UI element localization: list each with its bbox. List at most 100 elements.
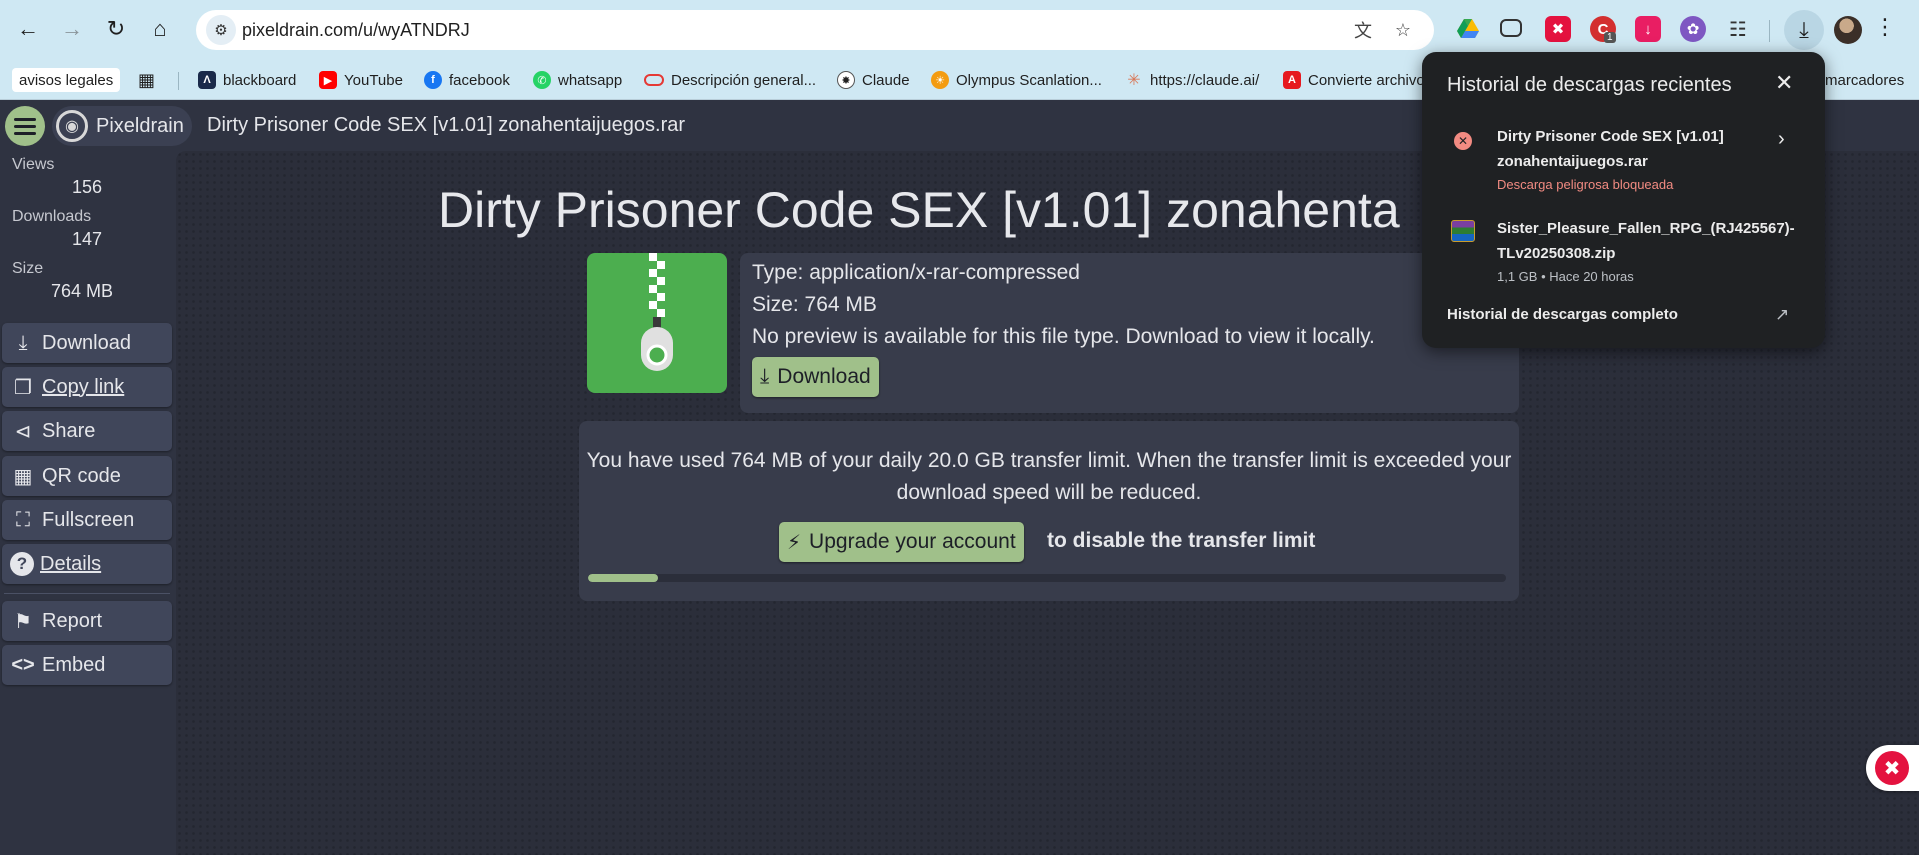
qr-code-button[interactable]: ▦ QR code — [2, 456, 172, 496]
brand-button[interactable]: ◉ Pixeldrain — [52, 106, 192, 146]
browser-toolbar: ← → ↻ ⌂ ⚙ pixeldrain.com/u/wyATNDRJ 文 ☆ … — [0, 0, 1919, 60]
help-icon: ? — [10, 552, 34, 576]
fullscreen-icon: ⛶ — [16, 508, 30, 531]
download-name-line2: zonahentaijuegos.rar — [1497, 153, 1648, 170]
share-button[interactable]: ⊲ Share — [2, 411, 172, 451]
bookmark-olympus[interactable]: ☀ Olympus Scanlation... — [931, 68, 1102, 92]
views-value: 156 — [72, 177, 103, 197]
whatsapp-icon: ✆ — [533, 71, 551, 89]
open-external-icon[interactable]: ↗ — [1775, 305, 1789, 325]
bookmark-label: blackboard — [223, 71, 297, 89]
address-url[interactable]: pixeldrain.com/u/wyATNDRJ — [242, 20, 470, 41]
olympus-icon: ☀ — [931, 71, 949, 89]
address-bar[interactable]: ⚙ pixeldrain.com/u/wyATNDRJ 文 ☆ — [196, 10, 1434, 50]
bookmark-star-icon[interactable]: ☆ — [1390, 18, 1416, 42]
bookmark-label: Claude — [862, 71, 910, 89]
chevron-right-icon[interactable]: › — [1778, 128, 1785, 151]
button-label: Download — [777, 365, 871, 388]
toolbar-divider — [1769, 20, 1770, 42]
download-name-line2: TLv20250308.zip — [1497, 245, 1616, 262]
bookmark-label: https://claude.ai/ — [1150, 71, 1260, 89]
x-extension-icon[interactable]: ✖ — [1545, 16, 1571, 42]
winrar-icon — [1451, 220, 1475, 242]
extension-badge: 1 — [1604, 32, 1616, 43]
apps-grid-icon[interactable]: ▦ — [138, 68, 155, 92]
file-card: Type: application/x-rar-compressed Size:… — [587, 253, 1519, 413]
fullscreen-button[interactable]: ⛶ Fullscreen — [2, 500, 172, 540]
button-label: Share — [42, 419, 96, 442]
bookmark-avisos-legales[interactable]: avisos legales — [12, 68, 121, 92]
bookmark-convierte-archivo[interactable]: A Convierte archivo — [1283, 68, 1425, 92]
downloads-value: 147 — [72, 229, 103, 249]
sidebar-download-button[interactable]: ⤓ Download — [2, 323, 172, 363]
bookmark-label: facebook — [449, 71, 510, 89]
bookmark-label: Convierte archivo — [1308, 71, 1425, 89]
brain-extension-icon[interactable]: ✿ — [1680, 16, 1706, 42]
bookmark-claude[interactable]: ✸ Claude — [837, 68, 910, 92]
forward-button[interactable]: → — [55, 12, 89, 46]
bookmark-label: Descripción general... — [671, 71, 817, 89]
bookmark-label: avisos legales — [19, 71, 114, 89]
file-size-line: Size: 764 MB — [752, 293, 877, 316]
transfer-usage-bar — [588, 574, 1506, 582]
cast-extension-icon[interactable] — [1500, 19, 1522, 37]
x-extension-icon: ✖ — [1875, 751, 1909, 785]
youtube-icon: ▶ — [319, 71, 337, 89]
close-icon[interactable]: ✕ — [1775, 70, 1793, 96]
bookmark-youtube[interactable]: ▶ YouTube — [319, 68, 403, 92]
reload-button[interactable]: ↻ — [99, 12, 133, 46]
bookmark-divider — [178, 72, 179, 90]
preview-note: No preview is available for this file ty… — [752, 325, 1375, 348]
brand-name: Pixeldrain — [96, 114, 184, 137]
download-status: Descarga peligrosa bloqueada — [1497, 177, 1674, 192]
download-meta: 1,1 GB • Hace 20 horas — [1497, 269, 1634, 284]
copy-icon: ❐ — [14, 376, 32, 399]
bookmark-label: marcadores — [1825, 71, 1905, 89]
downloads-button[interactable]: ⤓ — [1784, 10, 1824, 50]
facebook-icon: f — [424, 71, 442, 89]
home-button[interactable]: ⌂ — [143, 12, 177, 46]
bookmark-facebook[interactable]: f facebook — [424, 68, 510, 92]
adobe-icon: A — [1283, 71, 1301, 89]
oval-icon — [644, 74, 664, 86]
download-icon: ⤓ — [760, 365, 770, 388]
openai-icon: ✸ — [837, 71, 855, 89]
upgrade-account-button[interactable]: ⚡ Upgrade your account — [779, 522, 1024, 562]
report-button[interactable]: ⚑ Report — [2, 601, 172, 641]
full-download-history-link[interactable]: Historial de descargas completo — [1447, 306, 1678, 323]
browser-menu-icon[interactable]: ⋮ — [1874, 14, 1896, 40]
details-button[interactable]: ? Details — [2, 544, 172, 584]
lightning-icon: ⚡ — [787, 531, 802, 554]
bookmark-label: YouTube — [344, 71, 403, 89]
translate-icon[interactable]: 文 — [1350, 18, 1376, 42]
bookmark-descripcion-general[interactable]: Descripción general... — [644, 68, 816, 92]
sidebar-divider — [4, 593, 170, 594]
archive-file-icon — [587, 253, 727, 393]
profile-avatar[interactable] — [1834, 16, 1862, 44]
sidebar: Views 156 Downloads 147 Size 764 MB ⤓ Do… — [0, 151, 176, 855]
button-label: Upgrade your account — [809, 530, 1016, 553]
hamburger-menu-button[interactable] — [5, 106, 45, 146]
transfer-usage-fill — [588, 574, 658, 582]
bookmark-claude-ai[interactable]: ✳ https://claude.ai/ — [1125, 68, 1259, 92]
extensions-puzzle-icon[interactable]: ☷ — [1725, 16, 1751, 42]
bookmark-blackboard[interactable]: Λ blackboard — [198, 68, 296, 92]
site-info-icon[interactable]: ⚙ — [206, 15, 236, 45]
qr-code-icon: ▦ — [13, 465, 33, 488]
button-label: Fullscreen — [42, 508, 135, 531]
bookmark-label: Olympus Scanlation... — [956, 71, 1102, 89]
download-name-line1: Sister_Pleasure_Fallen_RPG_(RJ425567)- — [1497, 220, 1795, 237]
bookmark-whatsapp[interactable]: ✆ whatsapp — [533, 68, 622, 92]
floating-extension-button[interactable]: ✖ — [1866, 745, 1919, 791]
embed-button[interactable]: <> Embed — [2, 645, 172, 685]
download-name-line1: Dirty Prisoner Code SEX [v1.01] — [1497, 128, 1724, 145]
downloads-label: Downloads — [12, 208, 92, 225]
download-extension-icon[interactable]: ↓ — [1635, 16, 1661, 42]
all-bookmarks[interactable]: marcadores — [1825, 68, 1904, 92]
copy-link-button[interactable]: ❐ Copy link — [2, 367, 172, 407]
back-button[interactable]: ← — [11, 12, 45, 46]
button-label: Details — [40, 552, 102, 575]
google-drive-icon[interactable] — [1455, 16, 1481, 42]
main-download-button[interactable]: ⤓ Download — [752, 357, 879, 397]
download-icon: ⤓ — [18, 331, 28, 354]
